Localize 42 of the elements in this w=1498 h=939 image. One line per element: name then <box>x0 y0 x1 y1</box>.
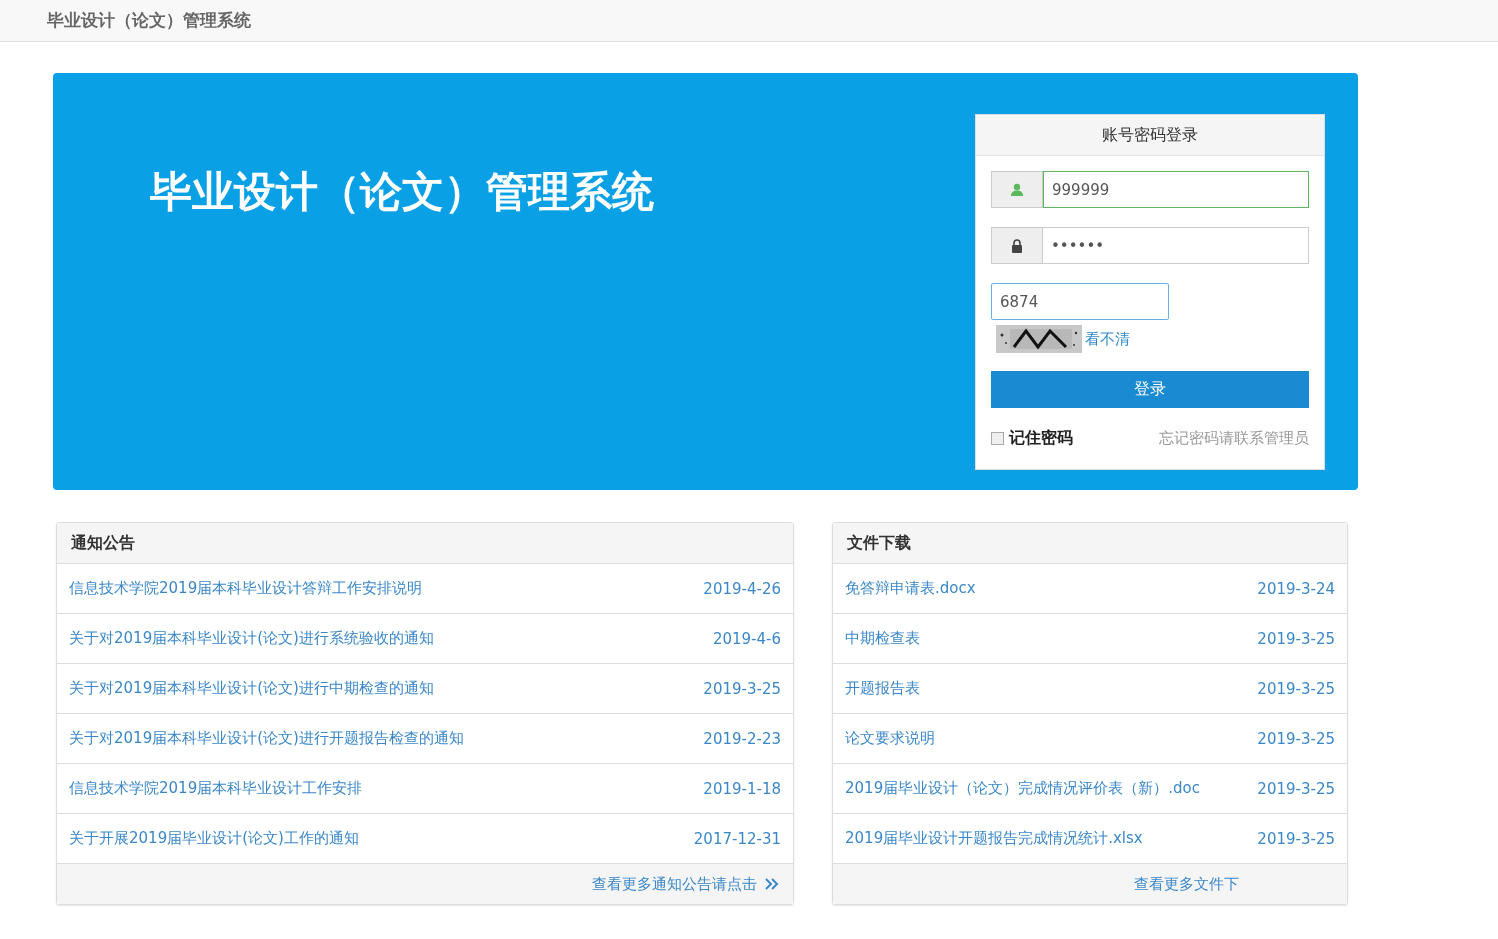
list-item-link[interactable]: 2019届毕业设计（论文）完成情况评价表（新）.doc <box>845 779 1200 798</box>
list-item-link[interactable]: 关于对2019届本科毕业设计(论文)进行系统验收的通知 <box>69 629 434 648</box>
captcha-field[interactable]: 6874 <box>991 283 1169 320</box>
date-text: 2019-2-23 <box>703 729 781 748</box>
date-text: 2019-3-25 <box>1257 629 1335 648</box>
list-item-link[interactable]: 关于开展2019届毕业设计(论文)工作的通知 <box>69 829 359 848</box>
date-text: 2019-3-25 <box>1257 679 1335 698</box>
date-text: 2019-4-6 <box>712 629 781 648</box>
refresh-captcha-link[interactable]: 看不清 <box>1085 329 1130 349</box>
date-text: 2019-4-26 <box>703 579 781 598</box>
more-link[interactable]: 查看更多文件下 <box>1134 874 1239 894</box>
panel-title: 文件下载 <box>847 532 911 554</box>
remember-checkbox[interactable] <box>991 432 1004 445</box>
list-item-link[interactable]: 论文要求说明 <box>845 729 935 748</box>
panel-title: 通知公告 <box>71 532 135 554</box>
login-button[interactable]: 登录 <box>991 371 1309 408</box>
list-item-link[interactable]: 信息技术学院2019届本科毕业设计答辩工作安排说明 <box>69 579 423 598</box>
list-item-link[interactable]: 信息技术学院2019届本科毕业设计工作安排 <box>69 779 363 798</box>
lock-icon <box>991 227 1043 264</box>
date-text: 2019-3-25 <box>703 679 781 698</box>
date-text: 2019-3-24 <box>1257 579 1335 598</box>
date-text: 2019-3-25 <box>1257 829 1335 848</box>
date-text: 2019-3-25 <box>1257 729 1335 748</box>
banner-title: 毕业设计（论文）管理系统 <box>150 166 654 218</box>
username-field[interactable]: 999999 <box>1043 171 1309 208</box>
remember-label: 记住密码 <box>1009 428 1073 449</box>
date-text: 2017-12-31 <box>693 829 781 848</box>
list-item-link[interactable]: 关于对2019届本科毕业设计(论文)进行中期检查的通知 <box>69 679 434 698</box>
login-title: 账号密码登录 <box>976 115 1324 156</box>
list-item-link[interactable]: 关于对2019届本科毕业设计(论文)进行开题报告检查的通知 <box>69 729 464 748</box>
forgot-password-text: 忘记密码请联系管理员 <box>1159 429 1309 448</box>
list-item-link[interactable]: 2019届毕业设计开题报告完成情况统计.xlsx <box>845 829 1143 848</box>
more-link[interactable]: 查看更多通知公告请点击 <box>592 874 757 894</box>
double-chevron-icon <box>765 878 779 890</box>
list-item-link[interactable]: 开题报告表 <box>845 679 920 698</box>
site-title: 毕业设计（论文）管理系统 <box>47 9 251 32</box>
list-item-link[interactable]: 免答辩申请表.docx <box>845 579 976 598</box>
date-text: 2019-1-18 <box>703 779 781 798</box>
list-item-link[interactable]: 中期检查表 <box>845 629 920 648</box>
user-icon <box>991 171 1043 208</box>
date-text: 2019-3-25 <box>1257 779 1335 798</box>
password-field[interactable]: •••••• <box>1043 227 1309 264</box>
